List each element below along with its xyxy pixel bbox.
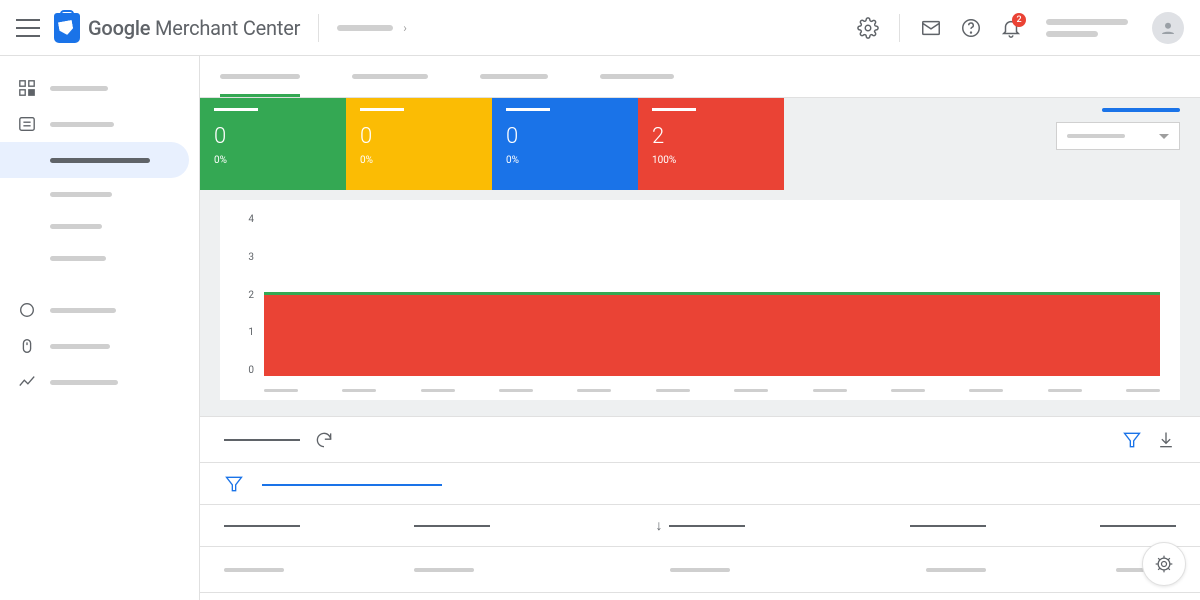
refresh-icon[interactable]: [314, 430, 334, 450]
mouse-icon: [18, 337, 36, 355]
merchant-center-badge-icon: [54, 13, 80, 43]
progress-icon: [18, 301, 36, 319]
notification-badge: 2: [1012, 13, 1026, 27]
view-link[interactable]: [1102, 108, 1180, 112]
table-col-5[interactable]: [986, 524, 1176, 527]
menu-toggle-icon[interactable]: [16, 19, 40, 37]
arrow-down-icon: ↓: [656, 517, 663, 534]
tab-4[interactable]: [600, 56, 674, 97]
sidebar-subitem-1[interactable]: [0, 178, 199, 210]
table-toolbar: [200, 417, 1200, 463]
tab-2[interactable]: [352, 56, 428, 97]
status-card-pending[interactable]: 00%: [346, 98, 492, 190]
table-col-2[interactable]: [414, 524, 604, 527]
app-title: Google Merchant Center: [88, 16, 300, 40]
status-card-disapproved[interactable]: 2100%: [638, 98, 784, 190]
sidebar-item-5[interactable]: [0, 364, 199, 400]
divider: [899, 14, 900, 42]
tabs: [200, 56, 1200, 98]
sidebar-nav: [0, 56, 200, 600]
table-col-1[interactable]: [224, 524, 414, 527]
tab-1[interactable]: [220, 56, 300, 97]
main-content: 00% 00% 00% 2100% 01234: [200, 56, 1200, 600]
account-avatar[interactable]: [1152, 12, 1184, 44]
destination-select[interactable]: [1056, 122, 1180, 150]
status-card-active[interactable]: 00%: [200, 98, 346, 190]
filter-icon[interactable]: [1122, 430, 1142, 450]
sidebar-item-1[interactable]: [0, 70, 199, 106]
breadcrumb[interactable]: ›: [337, 21, 407, 35]
sidebar-subitem-3[interactable]: [0, 242, 199, 274]
grid-icon: [18, 79, 36, 97]
add-filter-link[interactable]: [262, 482, 442, 486]
help-icon[interactable]: [960, 17, 982, 39]
chevron-down-icon: [1159, 134, 1169, 139]
sidebar-item-2[interactable]: [0, 106, 199, 142]
sidebar-item-active[interactable]: [0, 142, 189, 178]
list-icon: [18, 115, 36, 133]
notifications-icon[interactable]: 2: [1000, 17, 1022, 39]
table-header: ↓: [200, 505, 1200, 547]
toolbar-title: [224, 438, 300, 441]
filter-icon[interactable]: [224, 474, 244, 494]
settings-icon[interactable]: [857, 17, 879, 39]
status-chart: 01234: [220, 200, 1180, 400]
table-col-4[interactable]: [795, 524, 985, 527]
status-panel: 00% 00% 00% 2100% 01234: [200, 98, 1200, 417]
table-col-sorted[interactable]: ↓: [605, 517, 795, 534]
tab-3[interactable]: [480, 56, 548, 97]
chart-line-icon: [18, 373, 36, 391]
mail-icon[interactable]: [920, 17, 942, 39]
status-card-expiring[interactable]: 00%: [492, 98, 638, 190]
app-logo[interactable]: Google Merchant Center: [54, 13, 300, 43]
filter-row: [200, 463, 1200, 505]
global-header: Google Merchant Center › 2: [0, 0, 1200, 56]
chevron-right-icon: ›: [403, 21, 407, 35]
account-label[interactable]: [1046, 19, 1128, 37]
sidebar-item-4[interactable]: [0, 328, 199, 364]
download-icon[interactable]: [1156, 430, 1176, 450]
feedback-fab[interactable]: [1142, 542, 1186, 586]
sidebar-item-3[interactable]: [0, 292, 199, 328]
sidebar-subitem-2[interactable]: [0, 210, 199, 242]
table-row[interactable]: [200, 547, 1200, 593]
divider: [318, 14, 319, 42]
